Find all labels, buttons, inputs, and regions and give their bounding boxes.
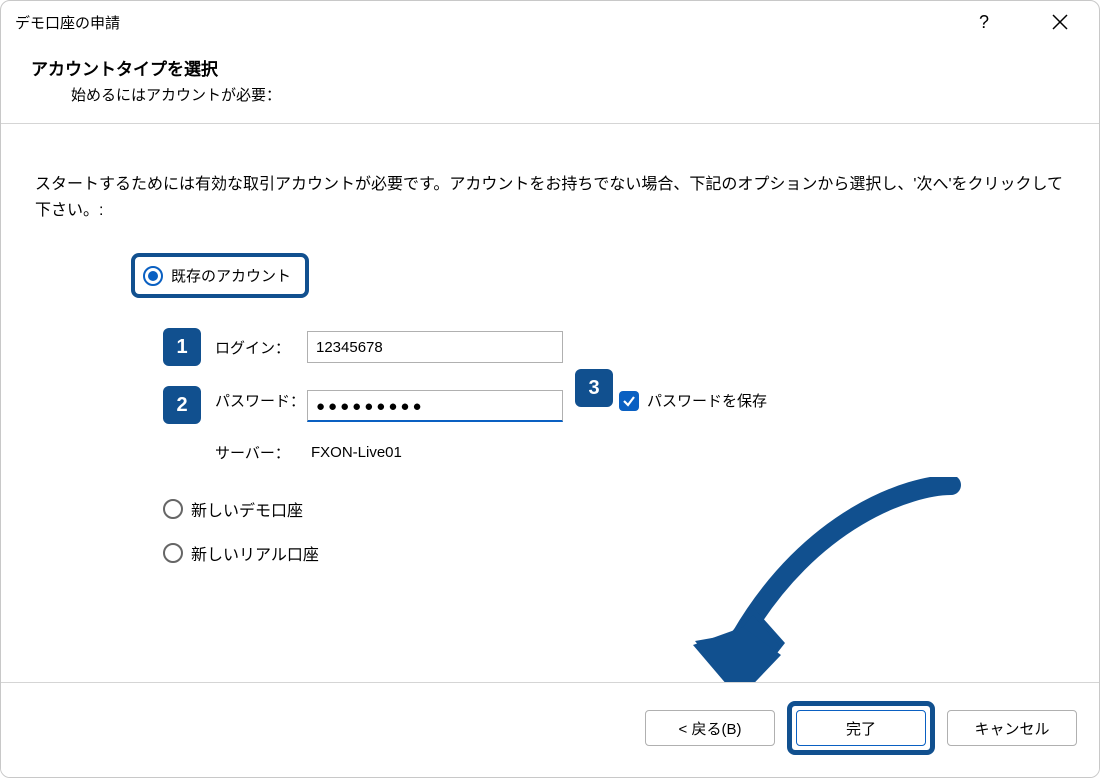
body-area: スタートするためには有効な取引アカウントが必要です。アカウントをお持ちでない場合… xyxy=(1,124,1099,605)
radio-new-real[interactable]: 新しいリアル口座 xyxy=(163,541,1065,565)
close-button[interactable] xyxy=(1037,1,1083,43)
row-login: 1 ログイン： 3 xyxy=(163,328,1065,366)
dialog-title: デモ口座の申請 xyxy=(15,12,120,33)
finish-button[interactable]: 完了 xyxy=(796,710,926,746)
header-heading: アカウントタイプを選択 xyxy=(31,55,1069,80)
row-password: 2 パスワード： パスワードを保存 xyxy=(163,386,1065,424)
radio-selected-icon xyxy=(143,266,163,286)
radio-unselected-icon xyxy=(163,543,183,563)
header-sub: 始めるにはアカウントが必要： xyxy=(71,84,1069,105)
header-block: アカウントタイプを選択 始めるにはアカウントが必要： xyxy=(1,43,1099,123)
row-server: サーバー： FXON-Live01 xyxy=(215,442,1065,463)
login-input[interactable] xyxy=(307,331,563,363)
titlebar: デモ口座の申請 ? xyxy=(1,1,1099,43)
form-rows: 1 ログイン： 3 2 パスワード： パスワードを保存 サーバー： FXON-L… xyxy=(163,328,1065,565)
cancel-button[interactable]: キャンセル xyxy=(947,710,1077,746)
help-button[interactable]: ? xyxy=(961,1,1007,43)
radio-unselected-icon xyxy=(163,499,183,519)
checkbox-checked-icon xyxy=(619,391,639,411)
badge-1: 1 xyxy=(163,328,201,366)
password-label: パスワード： xyxy=(215,390,307,411)
close-icon xyxy=(1052,14,1068,30)
dialog-window: デモ口座の申請 ? アカウントタイプを選択 始めるにはアカウントが必要： スター… xyxy=(0,0,1100,778)
server-value: FXON-Live01 xyxy=(311,444,402,461)
login-label: ログイン： xyxy=(215,337,307,358)
footer: < 戻る(B) 完了 キャンセル xyxy=(1,682,1099,777)
badge-2: 2 xyxy=(163,386,201,424)
radio-existing-label: 既存のアカウント xyxy=(171,265,291,286)
radio-real-label: 新しいリアル口座 xyxy=(191,541,319,565)
password-input[interactable] xyxy=(307,390,563,422)
server-label: サーバー： xyxy=(215,442,307,463)
save-password-label: パスワードを保存 xyxy=(647,390,767,411)
radio-demo-label: 新しいデモ口座 xyxy=(191,497,303,521)
radio-new-demo[interactable]: 新しいデモ口座 xyxy=(163,497,1065,521)
instruction-text: スタートするためには有効な取引アカウントが必要です。アカウントをお持ちでない場合… xyxy=(35,172,1065,223)
save-password-checkbox[interactable]: パスワードを保存 xyxy=(619,390,767,411)
radio-existing-account[interactable]: 既存のアカウント xyxy=(131,253,309,298)
back-button[interactable]: < 戻る(B) xyxy=(645,710,775,746)
finish-button-highlight: 完了 xyxy=(787,701,935,755)
